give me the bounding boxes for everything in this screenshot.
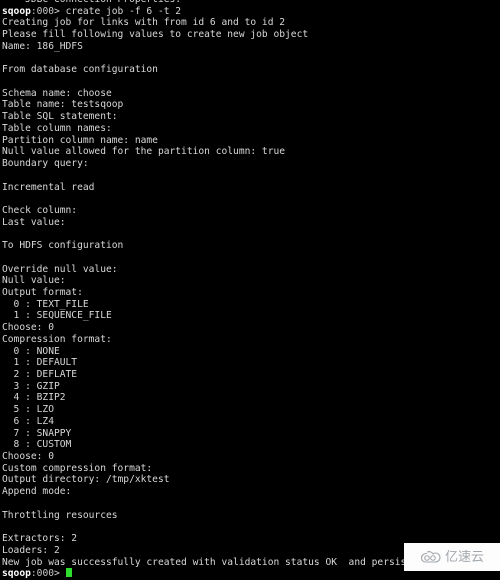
terminal-line: Table column names:	[2, 122, 112, 134]
terminal-line: Output directory: /tmp/xktest	[2, 474, 170, 486]
terminal-line: Output format:	[2, 286, 83, 298]
watermark: 亿速云	[404, 543, 500, 571]
terminal-line: Creating job for links with from id 6 an…	[2, 17, 286, 29]
terminal-line: Check column:	[2, 204, 78, 216]
terminal-line: Schema name: choose	[2, 87, 112, 99]
terminal-line: Name: 186_HDFS	[2, 40, 83, 52]
terminal-line: Compression format:	[2, 333, 112, 345]
terminal-line: 0 : TEXT_FILE	[2, 298, 89, 310]
terminal-line: 8 : CUSTOM	[2, 439, 72, 451]
terminal-line: Null value:	[2, 275, 66, 287]
terminal-line: Null value allowed for the partition col…	[2, 146, 286, 158]
terminal-cursor	[65, 568, 72, 578]
terminal-line: Table SQL statement:	[2, 111, 118, 123]
terminal-line: Incremental read	[2, 181, 95, 193]
terminal-line: Append mode:	[2, 486, 72, 498]
terminal-line: 7 : SNAPPY	[2, 427, 72, 439]
prompt-host: sqoop	[2, 5, 31, 17]
terminal-line: Choose: 0	[2, 451, 54, 463]
terminal-line: 3 : GZIP	[2, 380, 60, 392]
terminal-line: Throttling resources	[2, 509, 118, 521]
terminal-line: 1 : DEFAULT	[2, 357, 78, 369]
cloud-icon	[420, 551, 441, 563]
terminal-line: 6 : LZ4	[2, 415, 54, 427]
terminal-line: Custom compression format:	[2, 462, 153, 474]
terminal-line: To HDFS configuration	[2, 240, 124, 252]
prompt-session-id: 000	[36, 568, 54, 580]
prompt-caret: >	[54, 5, 66, 17]
terminal-line: 2 : DEFLATE	[2, 369, 78, 380]
terminal-line: 0 : NONE	[2, 345, 60, 357]
terminal-line: Table name: testsqoop	[2, 99, 124, 111]
terminal-line: From database configuration	[2, 64, 158, 76]
prompt-session-id: 000	[36, 5, 54, 17]
terminal-line: 1 : SEQUENCE_FILE	[2, 310, 112, 322]
prompt-host: sqoop	[2, 568, 31, 580]
terminal-line: Partition column name: name	[2, 134, 158, 146]
terminal-line: Boundary query:	[2, 158, 89, 170]
terminal-line: Please fill following values to create n…	[2, 29, 309, 41]
terminal-prompt-line[interactable]: sqoop:000> create job -f 6 -t 2	[0, 6, 500, 18]
terminal-output: JDBC Connection Properties:sqoop:000> cr…	[0, 0, 500, 580]
terminal-line: 4 : BZIP2	[2, 392, 66, 404]
terminal-line: Override null value:	[2, 263, 118, 275]
terminal-line: 5 : LZO	[2, 404, 54, 416]
watermark-text: 亿速云	[444, 549, 484, 565]
prompt-command[interactable]: create job -f 6 -t 2	[66, 6, 182, 17]
terminal-line: Choose: 0	[2, 322, 54, 334]
terminal-line: Last value:	[2, 216, 66, 228]
prompt-caret: >	[54, 568, 66, 580]
